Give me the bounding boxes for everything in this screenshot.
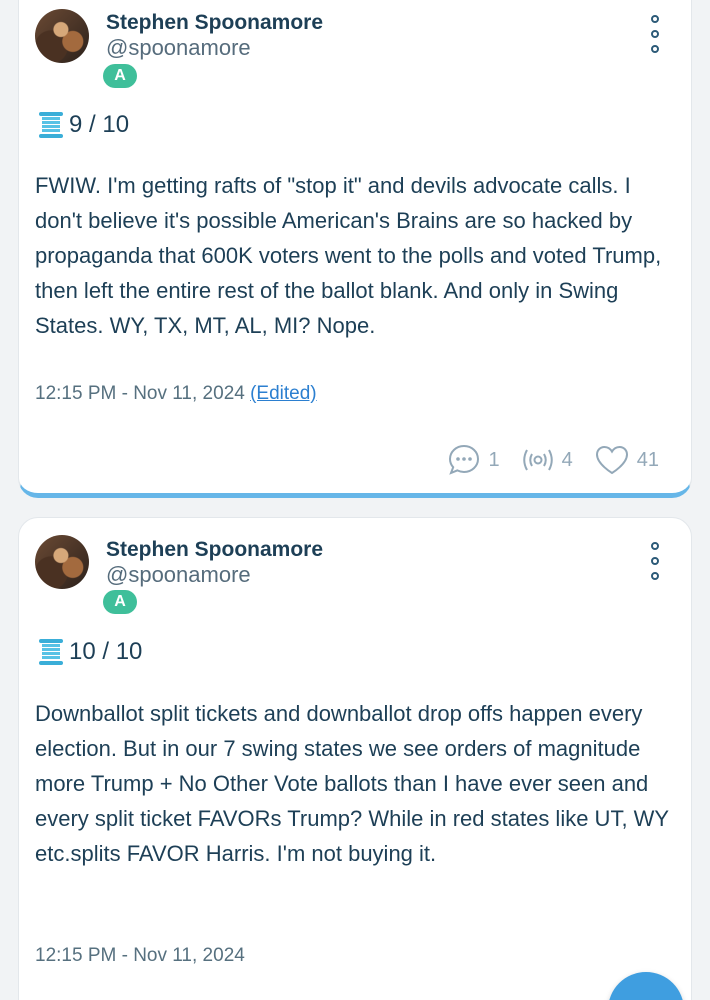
post-body: FWIW. I'm getting rafts of "stop it" and…: [35, 173, 662, 338]
thread-position: 10 / 10: [35, 636, 142, 668]
like-button[interactable]: 41: [595, 445, 659, 475]
menu-dot-icon: [651, 15, 659, 23]
thread-position: 9 / 10: [35, 109, 129, 141]
account-badge: A: [103, 64, 137, 88]
avatar[interactable]: [35, 9, 89, 63]
like-count: 41: [636, 448, 659, 471]
more-options-button[interactable]: [649, 542, 661, 588]
post-timestamp: 12:15 PM - Nov 11, 2024: [35, 945, 245, 967]
menu-dot-icon: [651, 45, 659, 53]
post-actions: 1 4 41: [425, 443, 659, 477]
thread-position-label: 9 / 10: [69, 111, 130, 138]
speech-bubble-icon: [448, 444, 479, 475]
author-handle[interactable]: @spoonamore: [106, 35, 251, 61]
spool-icon: [39, 112, 63, 138]
comment-count: 1: [488, 448, 500, 471]
author-name[interactable]: Stephen Spoonamore: [106, 538, 323, 562]
menu-dot-icon: [651, 557, 659, 565]
comment-button[interactable]: 1: [447, 443, 500, 477]
account-badge: A: [103, 590, 137, 614]
repost-count: 4: [561, 448, 573, 471]
thread-position-label: 10 / 10: [69, 638, 143, 665]
post-body: Downballot split tickets and downballot …: [35, 701, 669, 866]
menu-dot-icon: [651, 30, 659, 38]
timestamp-text: 12:15 PM - Nov 11, 2024: [35, 945, 245, 966]
menu-dot-icon: [651, 572, 659, 580]
more-options-button[interactable]: [649, 15, 661, 61]
edited-link[interactable]: (Edited): [250, 383, 317, 404]
post-card: Stephen Spoonamore @spoonamore A 10 / 10…: [18, 517, 692, 1000]
post-timestamp: 12:15 PM - Nov 11, 2024 (Edited): [35, 383, 317, 405]
timestamp-text: 12:15 PM - Nov 11, 2024: [35, 383, 245, 404]
spool-icon: [39, 639, 63, 665]
author-name[interactable]: Stephen Spoonamore: [106, 11, 323, 35]
menu-dot-icon: [651, 542, 659, 550]
post-card: Stephen Spoonamore @spoonamore A 9 / 10 …: [18, 0, 692, 498]
repost-button[interactable]: 4: [522, 448, 573, 472]
broadcast-icon: [522, 449, 553, 471]
heart-icon: [595, 445, 628, 475]
author-handle[interactable]: @spoonamore: [106, 562, 251, 588]
avatar[interactable]: [35, 535, 89, 589]
